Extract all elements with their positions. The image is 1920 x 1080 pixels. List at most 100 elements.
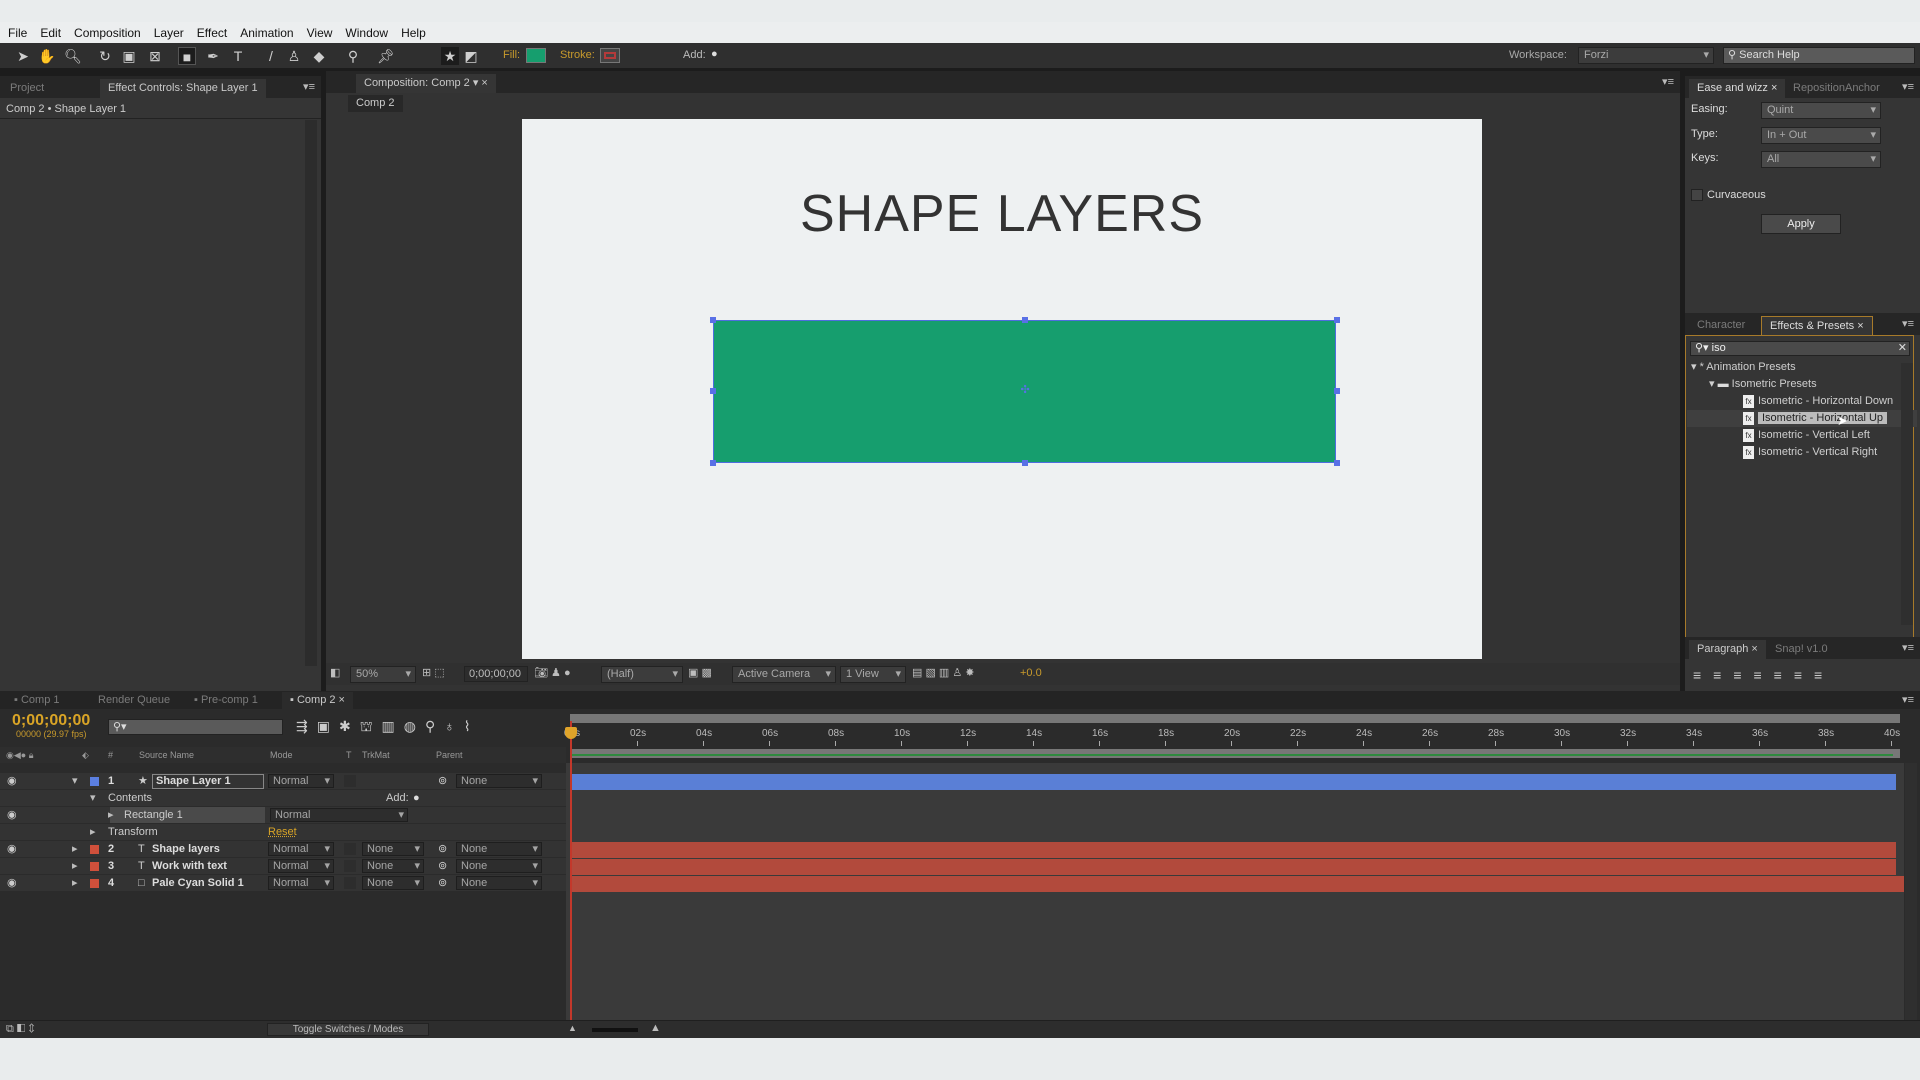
selection-tool-icon[interactable]: ➤ xyxy=(14,47,32,65)
tab-render-queue[interactable]: Render Queue xyxy=(90,692,178,709)
brush-tool-icon[interactable]: / xyxy=(262,47,280,65)
panel-menu-icon[interactable]: ▾≡ xyxy=(1662,75,1674,88)
rectangle-group-label[interactable]: Rectangle 1 xyxy=(124,807,183,824)
trkmat-dropdown[interactable]: None xyxy=(362,859,424,873)
camera-dropdown[interactable]: Active Camera xyxy=(732,666,836,683)
preserve-transparency-toggle[interactable] xyxy=(344,775,356,787)
menu-composition[interactable]: Composition xyxy=(74,26,141,40)
menu-window[interactable]: Window xyxy=(345,26,388,40)
easing-dropdown[interactable]: Quint xyxy=(1761,102,1881,119)
parent-dropdown[interactable]: None xyxy=(456,842,542,856)
rectangle-tool-icon[interactable]: ■ xyxy=(178,47,196,65)
layer-row[interactable]: ◉ ▸ 4 □ Pale Cyan Solid 1 Normal None ⊚ None xyxy=(0,875,566,892)
tab-composition[interactable]: Composition: Comp 2 ▾ × xyxy=(356,74,496,93)
menu-effect[interactable]: Effect xyxy=(197,26,227,40)
zoom-in-icon[interactable]: ▲ xyxy=(650,1022,661,1034)
menu-view[interactable]: View xyxy=(307,26,333,40)
trkmat-dropdown[interactable]: None xyxy=(362,876,424,890)
label-color-swatch[interactable] xyxy=(90,777,99,786)
preserve-transparency-toggle[interactable] xyxy=(344,877,356,889)
disclosure-triangle-icon[interactable]: ▾ xyxy=(90,790,96,807)
work-area-bar[interactable] xyxy=(570,714,1900,723)
tab-reposition-anchor[interactable]: RepositionAnchor xyxy=(1785,79,1895,98)
type-tool-icon[interactable]: T xyxy=(229,47,247,65)
tab-pre-comp-1[interactable]: ▪ Pre-comp 1 xyxy=(186,692,266,709)
zoom-tool-icon[interactable]: 🔍︎ xyxy=(64,47,82,65)
view-layout-dropdown[interactable]: 1 View xyxy=(840,666,906,683)
rectangle-blend-mode-dropdown[interactable]: Normal xyxy=(270,808,408,822)
keys-dropdown[interactable]: All xyxy=(1761,151,1881,168)
pan-behind-tool-icon[interactable]: ⊠ xyxy=(146,47,164,65)
camera-tool-icon[interactable]: ▣ xyxy=(120,47,138,65)
disclosure-triangle-icon[interactable]: ▸ xyxy=(72,858,78,875)
tab-ease-and-wizz[interactable]: Ease and wizz × xyxy=(1689,79,1786,98)
transparency-grid-icon[interactable]: ▣ ▩ xyxy=(688,666,712,679)
panel-menu-icon[interactable]: ▾≡ xyxy=(1902,641,1914,654)
handle[interactable] xyxy=(1334,460,1340,466)
hand-tool-icon[interactable]: ✋ xyxy=(38,47,56,65)
panel-menu-icon[interactable]: ▾≡ xyxy=(303,80,315,93)
blend-mode-dropdown[interactable]: Normal xyxy=(268,876,334,890)
col-trkmat[interactable]: TrkMat xyxy=(362,747,390,763)
layer-duration-bar[interactable] xyxy=(571,842,1896,858)
mask-icon[interactable]: ◩ xyxy=(462,47,480,65)
grid-icon[interactable]: ⊞ ⬚ xyxy=(422,666,445,679)
preserve-transparency-toggle[interactable] xyxy=(344,860,356,872)
effects-tree-item[interactable]: ▾ ▬ Isometric Presets xyxy=(1687,376,1917,393)
handle[interactable] xyxy=(1022,460,1028,466)
panel-menu-icon[interactable]: ▾≡ xyxy=(1902,80,1914,93)
effects-tree-item[interactable]: fx Isometric - Vertical Left xyxy=(1687,427,1917,444)
scrollbar[interactable] xyxy=(1901,363,1913,625)
layer-row[interactable]: ▸ 3 T Work with text Normal None ⊚ None xyxy=(0,858,566,875)
parent-dropdown[interactable]: None xyxy=(456,876,542,890)
visibility-eye-icon[interactable]: ◉ xyxy=(7,875,17,892)
layer-duration-bar[interactable] xyxy=(571,859,1896,875)
current-time-indicator[interactable] xyxy=(570,721,572,1028)
star-tool-icon[interactable]: ★ xyxy=(441,47,459,65)
label-color-swatch[interactable] xyxy=(90,845,99,854)
tab-effects-presets[interactable]: Effects & Presets × xyxy=(1761,316,1873,335)
disclosure-triangle-icon[interactable]: ▸ xyxy=(72,875,78,892)
tab-paragraph[interactable]: Paragraph × xyxy=(1689,640,1766,659)
pickwhip-icon[interactable]: ⊚ xyxy=(438,841,447,858)
menu-layer[interactable]: Layer xyxy=(154,26,184,40)
layer-name[interactable]: Shape Layer 1 xyxy=(152,774,264,789)
menu-help[interactable]: Help xyxy=(401,26,426,40)
effects-search-input[interactable]: ⚲▾ iso ✕ xyxy=(1690,341,1910,356)
layer-search-input[interactable]: ⚲▾ xyxy=(108,719,283,735)
handle[interactable] xyxy=(1334,388,1340,394)
layer-row[interactable]: ◉ ▸ 2 T Shape layers Normal None ⊚ None xyxy=(0,841,566,858)
transform-reset-link[interactable]: Reset xyxy=(268,824,297,841)
timeline-switches-icons[interactable]: ⇶▣✱⛫▥◍⚲♁⌇ xyxy=(296,718,480,737)
snapshot-icon[interactable]: 📷︎ ♟ ● xyxy=(534,666,571,679)
parent-dropdown[interactable]: None xyxy=(456,859,542,873)
exposure-value[interactable]: +0.0 xyxy=(1020,667,1042,679)
col-source-name[interactable]: Source Name xyxy=(139,747,194,763)
green-rectangle-shape[interactable]: ✣ xyxy=(713,320,1336,463)
pickwhip-icon[interactable]: ⊚ xyxy=(438,875,447,892)
visibility-eye-icon[interactable]: ◉ xyxy=(7,773,17,790)
col-parent[interactable]: Parent xyxy=(436,747,463,763)
handle[interactable] xyxy=(710,460,716,466)
stroke-swatch[interactable] xyxy=(600,48,620,63)
menu-edit[interactable]: Edit xyxy=(40,26,61,40)
layer-name[interactable]: Pale Cyan Solid 1 xyxy=(152,875,244,892)
preserve-transparency-toggle[interactable] xyxy=(344,843,356,855)
disclosure-triangle-icon[interactable]: ▾ xyxy=(1691,361,1700,373)
pen-tool-icon[interactable]: ✒ xyxy=(204,47,222,65)
layer-name[interactable]: Shape layers xyxy=(152,841,220,858)
add-play-icon[interactable]: ● xyxy=(711,48,718,60)
timecode-field[interactable]: 0;00;00;00 xyxy=(464,666,528,682)
tab-comp-2[interactable]: ▪ Comp 2 × xyxy=(282,692,353,709)
handle[interactable] xyxy=(710,317,716,323)
anchor-point-icon[interactable]: ✣ xyxy=(1021,383,1030,396)
panel-menu-icon[interactable]: ▾≡ xyxy=(1902,693,1914,706)
pickwhip-icon[interactable]: ⊚ xyxy=(438,773,447,790)
disclosure-triangle-icon[interactable]: ▾ xyxy=(72,773,78,790)
parent-dropdown[interactable]: None xyxy=(456,774,542,788)
menu-file[interactable]: File xyxy=(8,26,27,40)
pickwhip-icon[interactable]: ⊚ xyxy=(438,858,447,875)
curvaceous-checkbox[interactable] xyxy=(1691,189,1703,201)
composition-canvas[interactable]: SHAPE LAYERS ✣ xyxy=(522,119,1482,659)
scrollbar[interactable] xyxy=(305,120,317,666)
